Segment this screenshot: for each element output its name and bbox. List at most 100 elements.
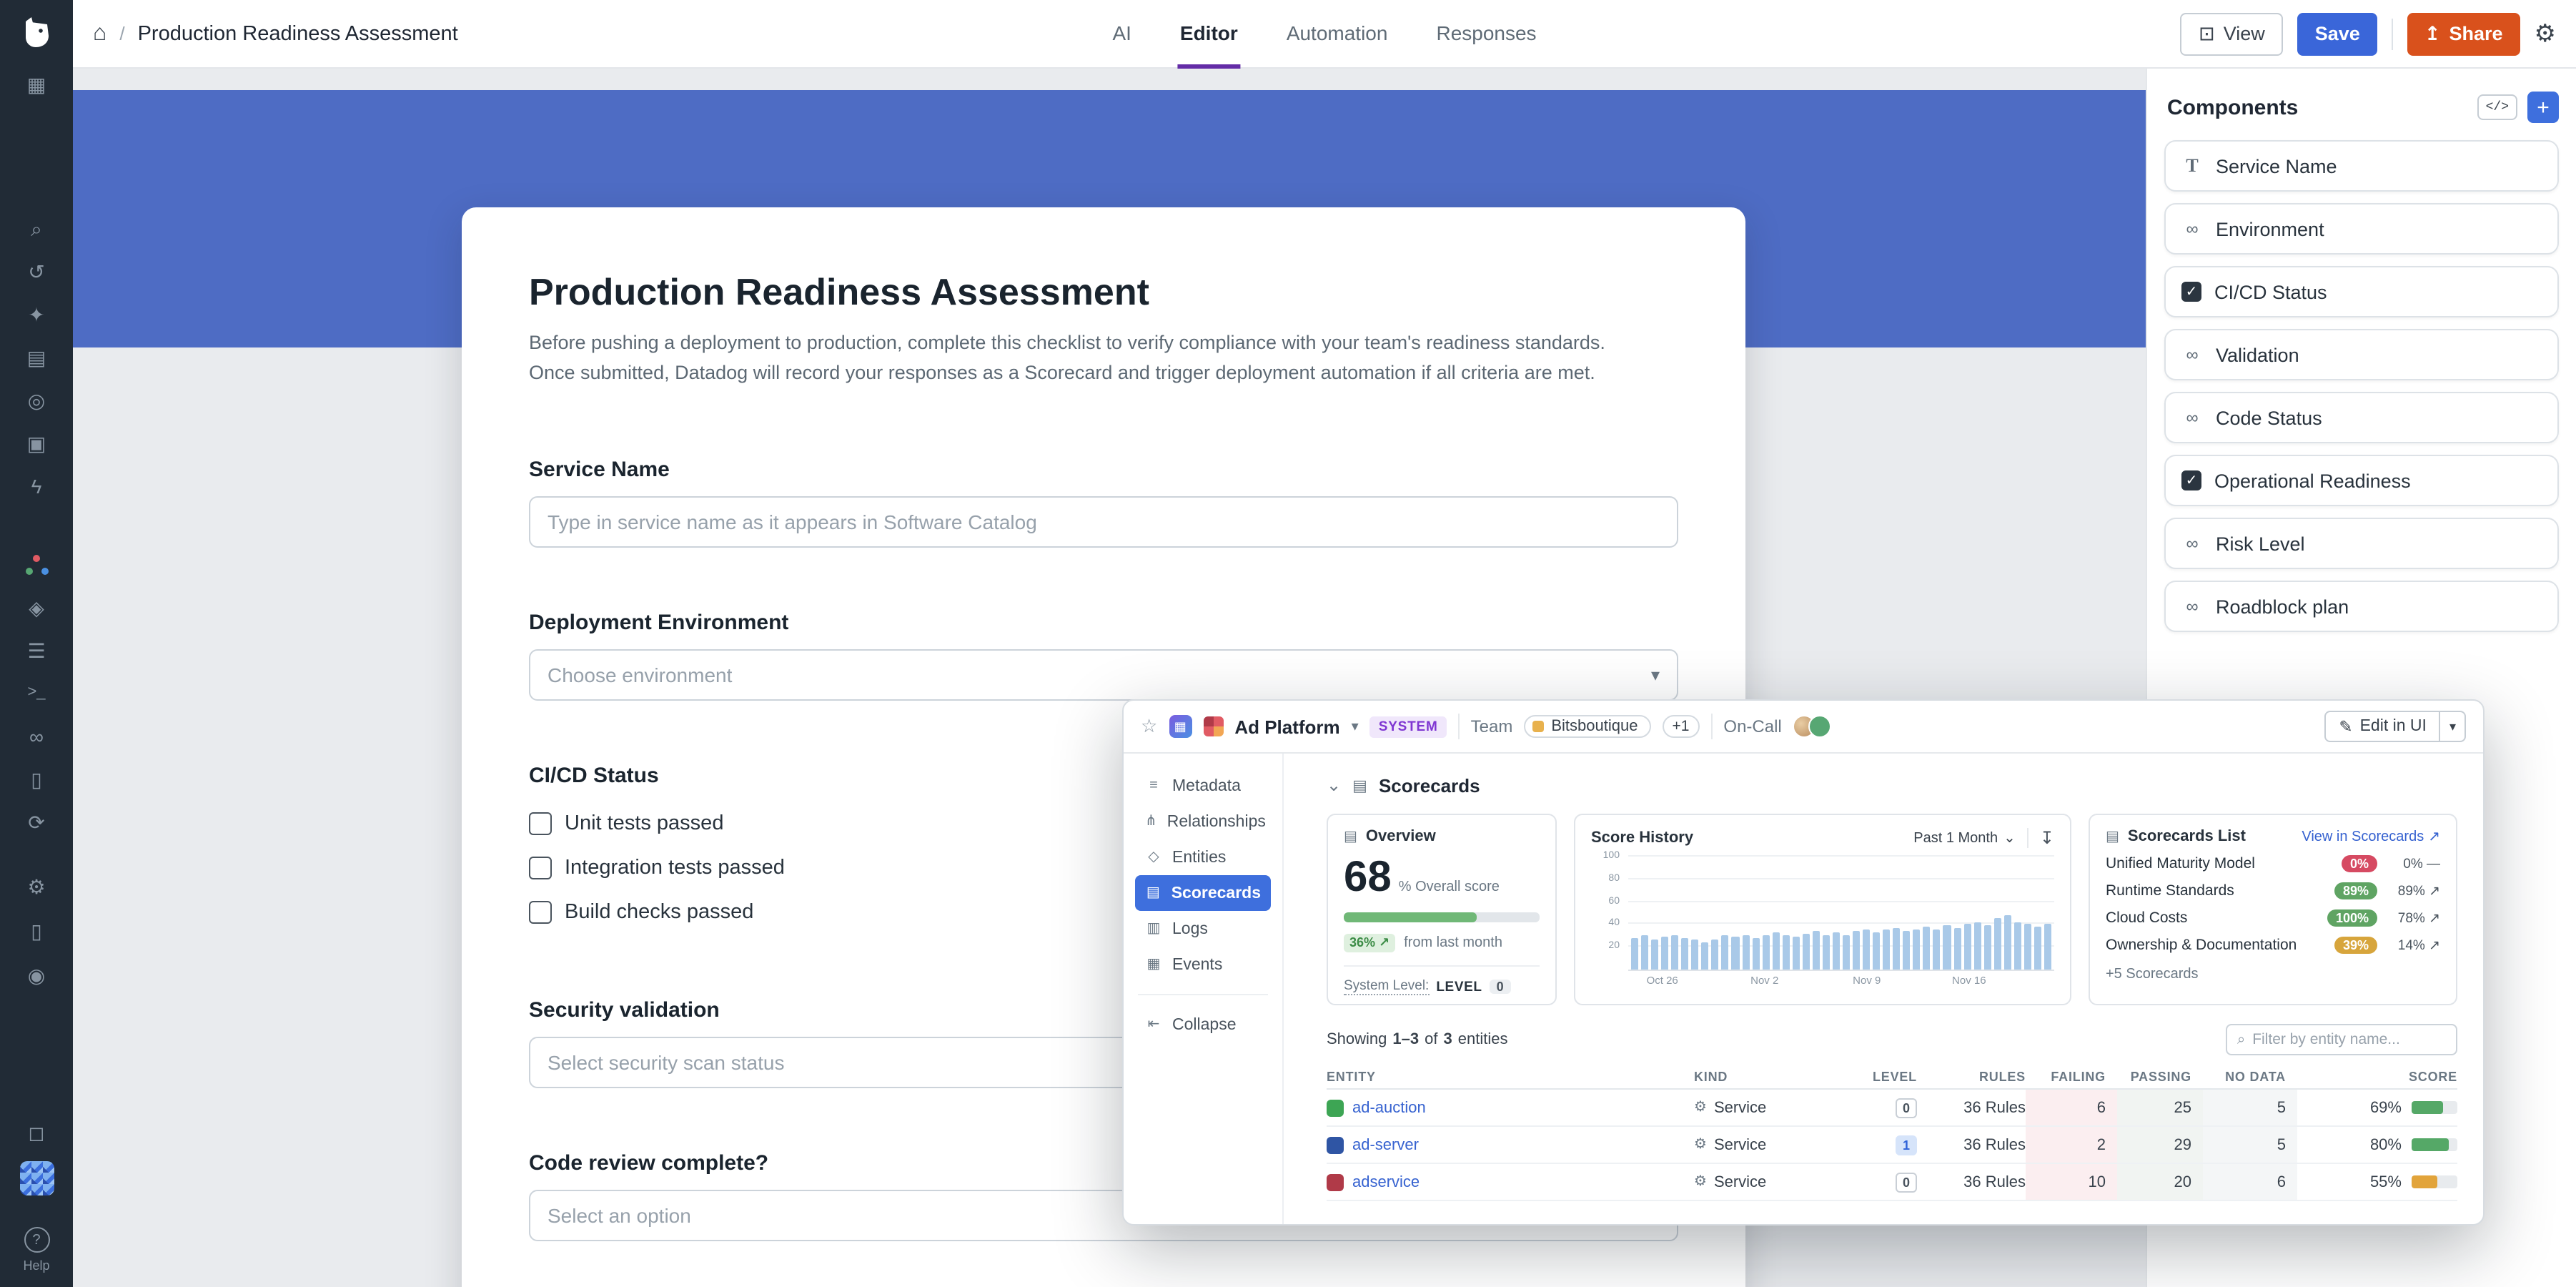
chart-bar[interactable] <box>1843 936 1850 970</box>
history-icon[interactable]: ↺ <box>22 259 51 283</box>
apps-grid-icon[interactable]: ▦ <box>22 72 51 96</box>
scorecard-row[interactable]: Unified Maturity Model 0% 0% — <box>2106 855 2440 872</box>
scorecard-row[interactable]: Ownership & Documentation 39% 14% ↗ <box>2106 937 2440 954</box>
chart-bar[interactable] <box>1752 938 1759 970</box>
oncall-avatars[interactable] <box>1793 715 1832 738</box>
view-in-scorecards-link[interactable]: View in Scorecards ↗ <box>2302 829 2440 844</box>
component-item-risk-level[interactable]: ∞ Risk Level <box>2164 518 2559 569</box>
search-icon[interactable]: ⌕ <box>22 216 51 240</box>
metrics-icon[interactable]: ▤ <box>22 345 51 369</box>
pin-icon[interactable]: ◉ <box>22 962 51 987</box>
home-icon[interactable]: ⌂ <box>93 21 106 46</box>
chart-bar[interactable] <box>2003 915 2011 970</box>
entity-filter-box[interactable]: ⌕ <box>2226 1024 2457 1055</box>
nav-item-logs[interactable]: ▥ Logs <box>1135 911 1271 947</box>
code-view-button[interactable]: </> <box>2477 94 2517 120</box>
chart-bar[interactable] <box>2024 924 2031 970</box>
table-row[interactable]: ad-server ⚙ Service 1 36 Rules 2 29 5 80… <box>1327 1127 2457 1164</box>
chart-bar[interactable] <box>1933 929 1941 970</box>
checkbox-box[interactable] <box>529 902 552 924</box>
nav-item-events[interactable]: ▦ Events <box>1135 947 1271 982</box>
service-name-input[interactable] <box>529 496 1678 548</box>
component-item-cicd-status[interactable]: ✓ CI/CD Status <box>2164 266 2559 317</box>
team-extra-chip[interactable]: +1 <box>1662 715 1699 738</box>
terminal-icon[interactable]: >_ <box>22 681 51 705</box>
help-icon[interactable]: ? <box>24 1227 49 1253</box>
settings-gear-icon[interactable]: ⚙ <box>22 874 51 898</box>
view-button[interactable]: ⊡ View <box>2180 12 2284 55</box>
chart-bar[interactable] <box>1742 935 1749 970</box>
component-item-operational-readiness[interactable]: ✓ Operational Readiness <box>2164 455 2559 506</box>
security-icon[interactable]: ◈ <box>22 595 51 619</box>
tab-editor[interactable]: Editor <box>1177 0 1241 69</box>
entity-link[interactable]: ad-auction <box>1352 1099 1426 1116</box>
chart-bar[interactable] <box>1893 928 1900 970</box>
chart-bar[interactable] <box>1641 936 1648 970</box>
entity-link[interactable]: adservice <box>1352 1173 1420 1190</box>
chart-bar[interactable] <box>1681 938 1688 970</box>
chart-bar[interactable] <box>1702 942 1709 970</box>
section-chevron-icon[interactable]: ⌄ <box>1327 775 1341 795</box>
chart-bar[interactable] <box>1853 931 1860 970</box>
col-passing[interactable]: PASSING <box>2117 1064 2203 1088</box>
entity-filter-input[interactable] <box>2252 1031 2446 1048</box>
scorecard-row[interactable]: Runtime Standards 89% 89% ↗ <box>2106 882 2440 899</box>
chart-bar[interactable] <box>1823 935 1830 970</box>
tab-automation[interactable]: Automation <box>1284 0 1391 69</box>
component-item-roadblock-plan[interactable]: ∞ Roadblock plan <box>2164 581 2559 632</box>
checkbox-box[interactable] <box>529 813 552 836</box>
nav-item-scorecards[interactable]: ▤ Scorecards <box>1135 875 1271 911</box>
component-item-environment[interactable]: ∞ Environment <box>2164 203 2559 255</box>
chart-bar[interactable] <box>1661 937 1668 970</box>
chart-bar[interactable] <box>1772 932 1779 970</box>
chart-bar[interactable] <box>1712 939 1719 970</box>
tab-ai[interactable]: AI <box>1109 0 1134 69</box>
chart-bar[interactable] <box>2034 927 2041 970</box>
table-row[interactable]: ad-auction ⚙ Service 0 36 Rules 6 25 5 6… <box>1327 1090 2457 1127</box>
service-name[interactable]: Ad Platform <box>1234 716 1339 737</box>
checkbox-box[interactable] <box>529 857 552 880</box>
table-row[interactable]: adservice ⚙ Service 0 36 Rules 10 20 6 5… <box>1327 1164 2457 1201</box>
service-name-caret-icon[interactable]: ▾ <box>1352 719 1359 734</box>
favorite-star-icon[interactable]: ☆ <box>1141 715 1157 738</box>
save-button[interactable]: Save <box>2298 12 2377 55</box>
col-entity[interactable]: ENTITY <box>1327 1064 1694 1088</box>
chart-bar[interactable] <box>1762 936 1769 970</box>
user-avatar[interactable] <box>19 1161 54 1195</box>
entity-link[interactable]: ad-server <box>1352 1136 1419 1153</box>
chart-bar[interactable] <box>1983 925 1991 970</box>
chart-bar[interactable] <box>1651 939 1658 970</box>
apm-icon[interactable]: ∞ <box>22 724 51 748</box>
chart-bar[interactable] <box>1722 936 1729 970</box>
col-rules[interactable]: RULES <box>1917 1064 2026 1088</box>
chart-bar[interactable] <box>1883 930 1890 970</box>
component-item-service-name[interactable]: T Service Name <box>2164 140 2559 192</box>
component-item-code-status[interactable]: ∞ Code Status <box>2164 392 2559 443</box>
edit-dropdown-button[interactable]: ▾ <box>2441 711 2466 742</box>
chart-bar[interactable] <box>1913 929 1921 970</box>
oncall-avatar-2[interactable] <box>1809 715 1832 738</box>
chart-bar[interactable] <box>1963 924 1971 970</box>
tab-responses[interactable]: Responses <box>1433 0 1539 69</box>
chart-bar[interactable] <box>1943 925 1951 970</box>
chart-bar[interactable] <box>1631 938 1638 970</box>
chart-bar[interactable] <box>1833 932 1840 970</box>
settings-icon[interactable]: ⚙ <box>2535 19 2557 48</box>
col-nodata[interactable]: NO DATA <box>2203 1064 2297 1088</box>
team-chip[interactable]: Bitsboutique <box>1524 715 1650 738</box>
monitors-icon[interactable]: ◎ <box>22 388 51 412</box>
scorecard-row[interactable]: Cloud Costs 100% 78% ↗ <box>2106 909 2440 927</box>
chart-bar[interactable] <box>1782 935 1789 970</box>
dashboards-icon[interactable]: ▣ <box>22 430 51 455</box>
nav-item-relationships[interactable]: ⋔ Relationships <box>1135 804 1271 839</box>
chart-bar[interactable] <box>2044 923 2051 970</box>
quick-actions-icon[interactable]: ϟ <box>22 473 51 498</box>
chart-bar[interactable] <box>1692 940 1699 970</box>
component-item-validation[interactable]: ∞ Validation <box>2164 329 2559 380</box>
chart-bar[interactable] <box>1863 929 1870 970</box>
col-failing[interactable]: FAILING <box>2026 1064 2117 1088</box>
chart-bar[interactable] <box>1923 927 1931 970</box>
services-icon[interactable] <box>22 552 51 576</box>
nav-item-metadata[interactable]: ≡ Metadata <box>1135 768 1271 804</box>
time-range-dropdown[interactable]: Past 1 Month ⌄ <box>1913 830 2016 846</box>
